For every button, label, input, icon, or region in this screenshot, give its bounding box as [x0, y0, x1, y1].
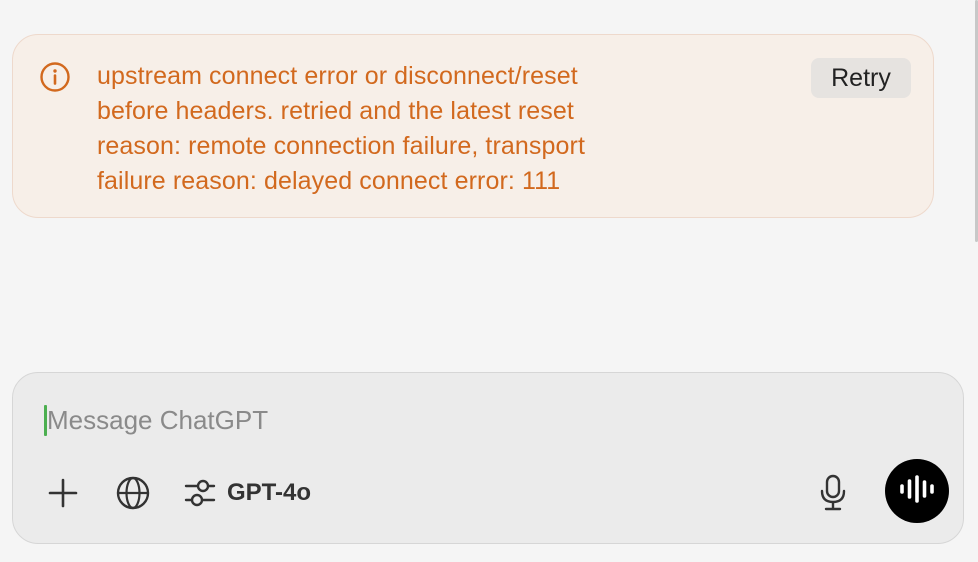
model-label: GPT-4o	[227, 479, 312, 506]
voice-waveform-icon	[898, 474, 936, 509]
message-composer: GPT-4o	[12, 372, 964, 544]
voice-mode-button[interactable]	[885, 459, 949, 523]
dictate-button[interactable]	[813, 473, 853, 513]
plus-icon	[47, 477, 79, 509]
globe-icon	[116, 476, 150, 510]
sliders-icon	[183, 477, 217, 509]
info-circle-icon	[39, 61, 71, 93]
error-banner: upstream connect error or disconnect/res…	[12, 34, 934, 218]
search-web-button[interactable]	[113, 473, 153, 513]
chat-page: upstream connect error or disconnect/res…	[0, 0, 978, 562]
microphone-icon	[818, 474, 848, 512]
error-message: upstream connect error or disconnect/res…	[97, 62, 585, 195]
retry-button[interactable]: Retry	[811, 58, 911, 98]
model-selector-button[interactable]: GPT-4o	[183, 473, 343, 513]
attach-button[interactable]	[43, 473, 83, 513]
message-input[interactable]	[47, 401, 847, 439]
